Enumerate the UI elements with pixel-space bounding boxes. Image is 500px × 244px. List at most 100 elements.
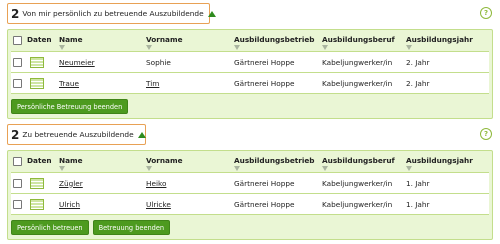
data-sheet-icon[interactable] (30, 56, 44, 68)
betrieb-cell: Gärtnerei Hoppe (232, 173, 320, 194)
collapse-arrow-icon[interactable] (207, 10, 216, 17)
trainee-firstname-link[interactable]: Ulricke (146, 200, 171, 209)
select-all-header[interactable] (11, 33, 25, 52)
trainee-firstname-link[interactable]: Heiko (146, 179, 166, 188)
data-sheet-icon[interactable] (30, 177, 44, 189)
data-cell (25, 173, 57, 194)
section-personal-trainees: 2 Von mir persönlich zu betreuende Auszu… (7, 3, 493, 119)
row-select-cell (11, 73, 25, 94)
trainee-profession: Kabeljungwerker/in (322, 78, 393, 88)
trainee-firstname-link[interactable]: Tim (146, 79, 159, 88)
section-header: 2 Von mir persönlich zu betreuende Auszu… (7, 3, 493, 26)
col-header-name[interactable]: Name (57, 33, 144, 52)
filter-icon[interactable] (322, 45, 328, 50)
trainee-name-link[interactable]: Traue (59, 79, 79, 88)
row-checkbox[interactable] (13, 178, 22, 188)
trainee-count: 2 (11, 127, 20, 142)
select-all-checkbox[interactable] (13, 35, 22, 45)
vorname-cell: Tim (144, 73, 232, 94)
col-header-jahr[interactable]: Ausbildungsjahr (404, 154, 489, 173)
collapse-arrow-icon[interactable] (137, 131, 146, 138)
col-header-betrieb[interactable]: Ausbildungsbetrieb (232, 33, 320, 52)
trainee-count: 2 (11, 6, 20, 21)
help-icon[interactable]: ? (480, 128, 492, 140)
vorname-cell: Heiko (144, 173, 232, 194)
betrieb-cell: Gärtnerei Hoppe (232, 73, 320, 94)
jahr-cell: 2. Jahr (404, 52, 489, 73)
section-title-box[interactable]: 2 Von mir persönlich zu betreuende Auszu… (7, 3, 216, 24)
trainee-table: Daten Name Vorname Ausbildungsbetrieb Au… (11, 154, 489, 215)
trainee-profession: Kabeljungwerker/in (322, 178, 393, 188)
filter-icon[interactable] (234, 166, 240, 171)
col-label: Daten (27, 156, 52, 165)
name-cell: Zügler (57, 173, 144, 194)
select-all-checkbox[interactable] (13, 156, 22, 166)
col-header-jahr[interactable]: Ausbildungsjahr (404, 33, 489, 52)
trainee-name-link[interactable]: Ulrich (59, 200, 80, 209)
table-row: Ulrich Ulricke Gärtnerei Hoppe Kabeljung… (11, 194, 489, 215)
col-header-beruf[interactable]: Ausbildungsberuf (320, 154, 404, 173)
table-header-row: Daten Name Vorname Ausbildungsbetrieb Au… (11, 33, 489, 52)
filter-icon[interactable] (406, 45, 412, 50)
beruf-cell: Kabeljungwerker/in (320, 73, 404, 94)
action-buttons: Persönlich betreuen Betreuung beenden (11, 220, 489, 235)
col-label: Vorname (146, 156, 183, 165)
data-sheet-icon[interactable] (30, 198, 44, 210)
start-personal-care-button[interactable]: Persönlich betreuen (11, 220, 89, 235)
select-all-header[interactable] (11, 154, 25, 173)
row-checkbox[interactable] (13, 78, 22, 88)
trainee-company: Gärtnerei Hoppe (234, 199, 295, 209)
filter-icon[interactable] (234, 45, 240, 50)
trainee-profession: Kabeljungwerker/in (322, 57, 393, 67)
trainee-name-link[interactable]: Neumeier (59, 58, 95, 67)
data-cell (25, 194, 57, 215)
col-header-daten: Daten (25, 154, 57, 173)
table-row: Zügler Heiko Gärtnerei Hoppe Kabeljungwe… (11, 173, 489, 194)
beruf-cell: Kabeljungwerker/in (320, 194, 404, 215)
jahr-cell: 2. Jahr (404, 73, 489, 94)
beruf-cell: Kabeljungwerker/in (320, 52, 404, 73)
row-select-cell (11, 173, 25, 194)
filter-icon[interactable] (146, 45, 152, 50)
end-personal-care-button[interactable]: Persönliche Betreuung beenden (11, 99, 129, 114)
filter-icon[interactable] (59, 166, 65, 171)
data-sheet-icon[interactable] (30, 77, 44, 89)
betrieb-cell: Gärtnerei Hoppe (232, 52, 320, 73)
filter-icon[interactable] (146, 166, 152, 171)
filter-icon[interactable] (322, 166, 328, 171)
jahr-cell: 1. Jahr (404, 173, 489, 194)
col-label: Daten (27, 35, 52, 44)
trainee-year: 1. Jahr (406, 178, 430, 188)
filter-icon[interactable] (59, 45, 65, 50)
trainee-name-link[interactable]: Zügler (59, 179, 83, 188)
trainee-company: Gärtnerei Hoppe (234, 78, 295, 88)
table-row: Neumeier Sophie Gärtnerei Hoppe Kabeljun… (11, 52, 489, 73)
col-header-beruf[interactable]: Ausbildungsberuf (320, 33, 404, 52)
section-trainees-to-supervise: 2 Zu betreuende Auszubildende ? Daten Na… (7, 124, 493, 240)
col-header-vorname[interactable]: Vorname (144, 154, 232, 173)
section-title: Zu betreuende Auszubildende (22, 130, 134, 139)
section-title: Von mir persönlich zu betreuende Auszubi… (22, 9, 204, 18)
col-header-daten: Daten (25, 33, 57, 52)
trainee-company: Gärtnerei Hoppe (234, 57, 295, 67)
col-label: Name (59, 35, 83, 44)
col-label: Ausbildungsbetrieb (234, 156, 315, 165)
filter-icon[interactable] (406, 166, 412, 171)
col-label: Ausbildungsbetrieb (234, 35, 315, 44)
trainee-table-panel: Daten Name Vorname Ausbildungsbetrieb Au… (7, 150, 493, 240)
col-label: Vorname (146, 35, 183, 44)
end-care-button[interactable]: Betreuung beenden (92, 220, 171, 235)
help-icon[interactable]: ? (480, 7, 492, 19)
col-label: Ausbildungsberuf (322, 156, 395, 165)
data-cell (25, 52, 57, 73)
trainee-table-panel: Daten Name Vorname Ausbildungsbetrieb Au… (7, 29, 493, 119)
col-header-betrieb[interactable]: Ausbildungsbetrieb (232, 154, 320, 173)
section-title-box[interactable]: 2 Zu betreuende Auszubildende (7, 124, 146, 145)
data-cell (25, 73, 57, 94)
col-header-vorname[interactable]: Vorname (144, 33, 232, 52)
row-checkbox[interactable] (13, 57, 22, 67)
name-cell: Ulrich (57, 194, 144, 215)
row-checkbox[interactable] (13, 199, 22, 209)
col-header-name[interactable]: Name (57, 154, 144, 173)
vorname-cell: Sophie (144, 52, 232, 73)
